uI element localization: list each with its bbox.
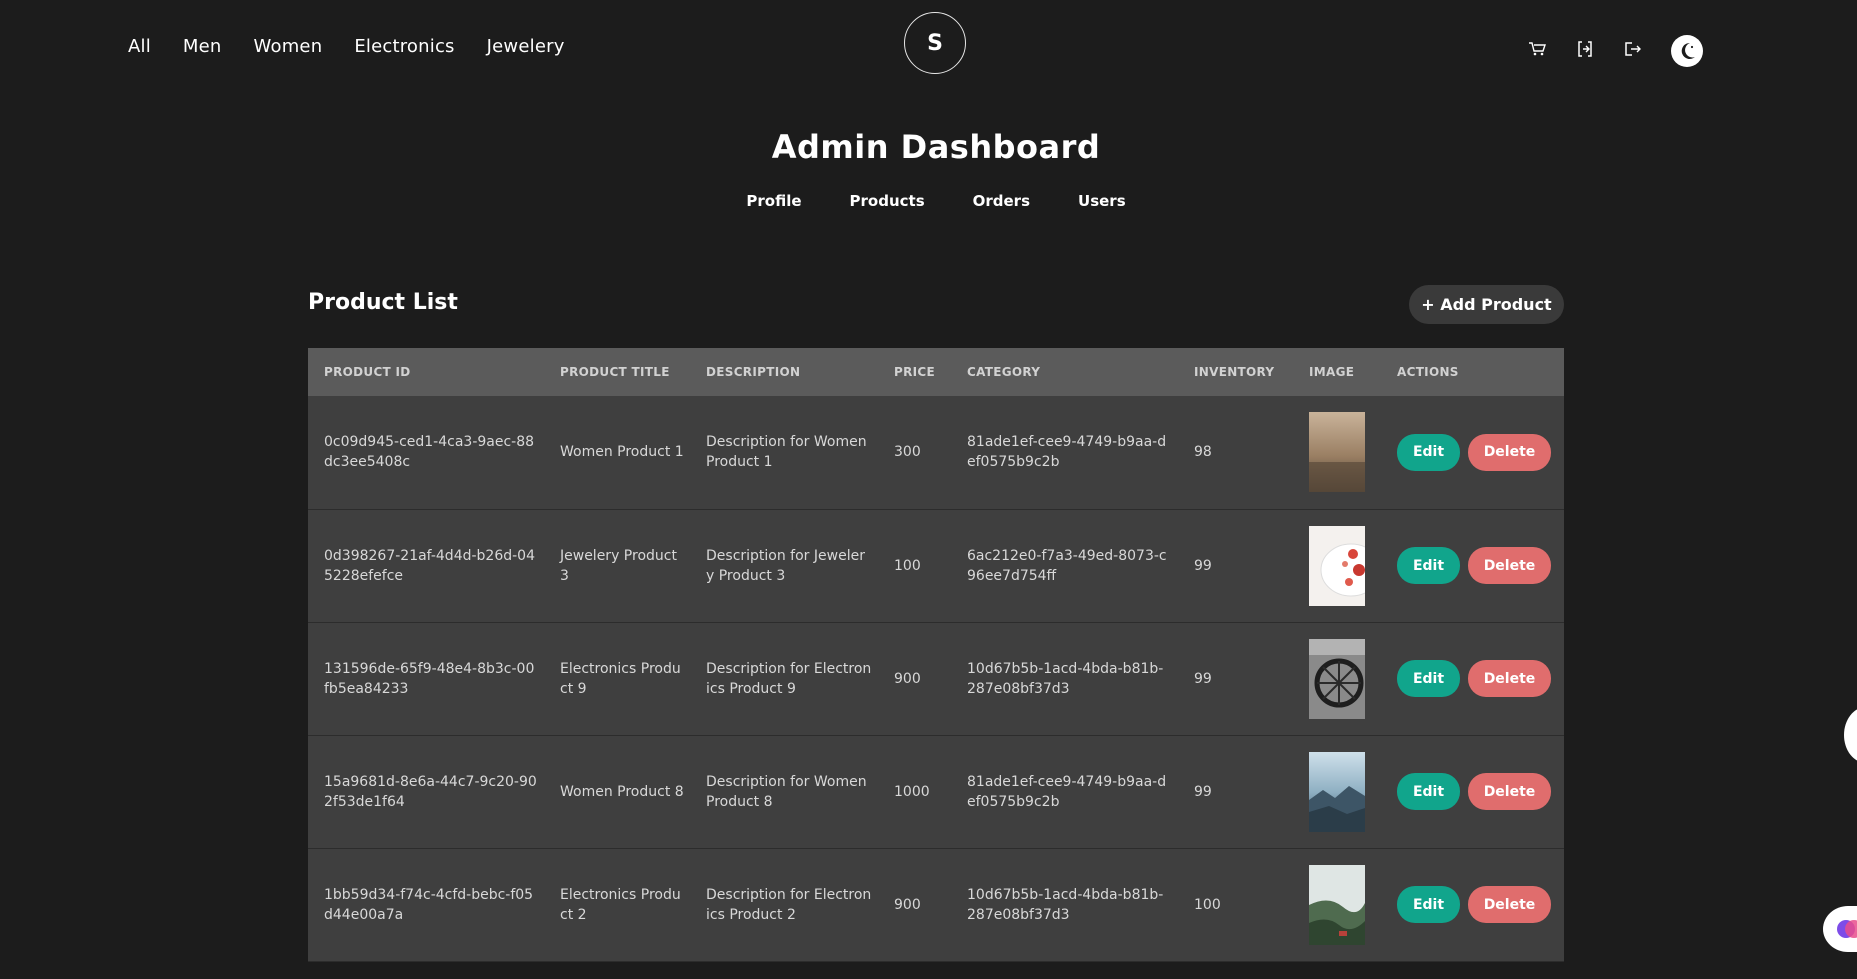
table-row: 15a9681d-8e6a-44c7-9c20-902f53de1f64 Wom… [308,735,1564,848]
nav-link-women[interactable]: Women [254,36,323,57]
nav-link-jewelery[interactable]: Jewelery [487,36,565,57]
product-id: 0d398267-21af-4d4d-b26d-045228efefce [324,547,535,584]
product-price: 900 [894,896,921,913]
product-id: 1bb59d34-f74c-4cfd-bebc-f05d44e00a7a [324,886,534,923]
product-image [1309,412,1365,493]
edit-button[interactable]: Edit [1397,433,1460,471]
product-category: 10d67b5b-1acd-4bda-b81b-287e08bf37d3 [967,886,1164,923]
column-header: IMAGE [1309,365,1355,379]
floating-side-button[interactable] [1844,707,1857,763]
column-header: ACTIONS [1397,365,1459,379]
add-product-button[interactable]: + Add Product [1409,285,1564,324]
delete-button[interactable]: Delete [1468,886,1551,923]
column-header: PRICE [894,365,936,379]
product-id: 0c09d945-ced1-4ca3-9aec-88dc3ee5408c [324,434,535,471]
floating-chat-widget[interactable] [1823,906,1857,952]
product-image-cell [1293,509,1381,622]
product-category: 6ac212e0-f7a3-49ed-8073-c96ee7d754ff [967,547,1167,584]
product-price: 300 [894,444,921,461]
column-header: CATEGORY [967,365,1041,379]
product-inventory: 99 [1194,670,1212,687]
product-actions: Edit Delete [1381,396,1564,509]
section-title: Product List [308,290,458,315]
moon-icon [1681,42,1695,59]
tab-profile[interactable]: Profile [746,192,801,210]
product-image-cell [1293,396,1381,509]
product-description: Description for Electronics Product 9 [706,660,872,697]
product-title: Electronics Product 2 [560,886,681,923]
table-row: 131596de-65f9-48e4-8b3c-00fb5ea84233 Ele… [308,622,1564,735]
product-description: Description for Women Product 8 [706,773,867,810]
product-image [1309,525,1365,606]
delete-button[interactable]: Delete [1468,547,1551,584]
nav-link-men[interactable]: Men [183,36,222,57]
nav-link-electronics[interactable]: Electronics [354,36,454,57]
product-image-cell [1293,622,1381,735]
product-image-cell [1293,848,1381,961]
delete-button[interactable]: Delete [1468,433,1551,471]
category-nav: All Men Women Electronics Jewelery [128,36,565,57]
product-inventory: 99 [1194,783,1212,800]
product-actions: Edit Delete [1381,622,1564,735]
login-icon[interactable] [1574,38,1596,60]
theme-toggle[interactable] [1671,35,1703,67]
header-icons [1526,38,1644,60]
table-header-row: PRODUCT ID PRODUCT TITLE DESCRIPTION PRI… [308,348,1564,396]
chat-widget-icon [1837,920,1857,938]
column-header: DESCRIPTION [706,365,801,379]
product-image [1309,638,1365,719]
column-header: PRODUCT ID [324,365,411,379]
tab-orders[interactable]: Orders [973,192,1030,210]
product-actions: Edit Delete [1381,509,1564,622]
product-title: Women Product 1 [560,444,684,461]
product-price: 900 [894,670,921,687]
site-logo[interactable]: S [904,12,966,74]
cart-icon[interactable] [1526,38,1548,60]
product-inventory: 99 [1194,557,1212,574]
logout-icon[interactable] [1622,38,1644,60]
tab-users[interactable]: Users [1078,192,1126,210]
product-image-cell [1293,735,1381,848]
product-price: 100 [894,557,921,574]
edit-button[interactable]: Edit [1397,547,1460,584]
dashboard-tabs: Profile Products Orders Users [0,192,1857,210]
product-category: 81ade1ef-cee9-4749-b9aa-def0575b9c2b [967,434,1167,471]
product-category: 10d67b5b-1acd-4bda-b81b-287e08bf37d3 [967,660,1164,697]
product-actions: Edit Delete [1381,848,1564,961]
edit-button[interactable]: Edit [1397,773,1460,810]
product-description: Description for Jewelery Product 3 [706,547,865,584]
product-id: 131596de-65f9-48e4-8b3c-00fb5ea84233 [324,660,535,697]
edit-button[interactable]: Edit [1397,660,1460,697]
product-title: Women Product 8 [560,783,684,800]
logo-letter: S [927,30,943,56]
product-inventory: 100 [1194,896,1221,913]
page-title: Admin Dashboard [771,128,1101,166]
delete-button[interactable]: Delete [1468,773,1551,810]
product-description: Description for Electronics Product 2 [706,886,872,923]
product-price: 1000 [894,783,930,800]
table-row: 1bb59d34-f74c-4cfd-bebc-f05d44e00a7a Ele… [308,848,1564,961]
table-row: 0d398267-21af-4d4d-b26d-045228efefce Jew… [308,509,1564,622]
column-header: PRODUCT TITLE [560,365,670,379]
edit-button[interactable]: Edit [1397,886,1460,923]
product-title: Electronics Product 9 [560,660,681,697]
product-category: 81ade1ef-cee9-4749-b9aa-def0575b9c2b [967,773,1167,810]
product-description: Description for Women Product 1 [706,434,867,471]
product-actions: Edit Delete [1381,735,1564,848]
product-table: PRODUCT ID PRODUCT TITLE DESCRIPTION PRI… [308,348,1564,962]
product-title: Jewelery Product 3 [560,547,677,584]
product-id: 15a9681d-8e6a-44c7-9c20-902f53de1f64 [324,773,537,810]
product-image [1309,864,1365,945]
tab-products[interactable]: Products [850,192,925,210]
table-row: 0c09d945-ced1-4ca3-9aec-88dc3ee5408c Wom… [308,396,1564,509]
product-inventory: 98 [1194,444,1212,461]
nav-link-all[interactable]: All [128,36,151,57]
column-header: INVENTORY [1194,365,1275,379]
product-image [1309,751,1365,832]
delete-button[interactable]: Delete [1468,660,1551,697]
